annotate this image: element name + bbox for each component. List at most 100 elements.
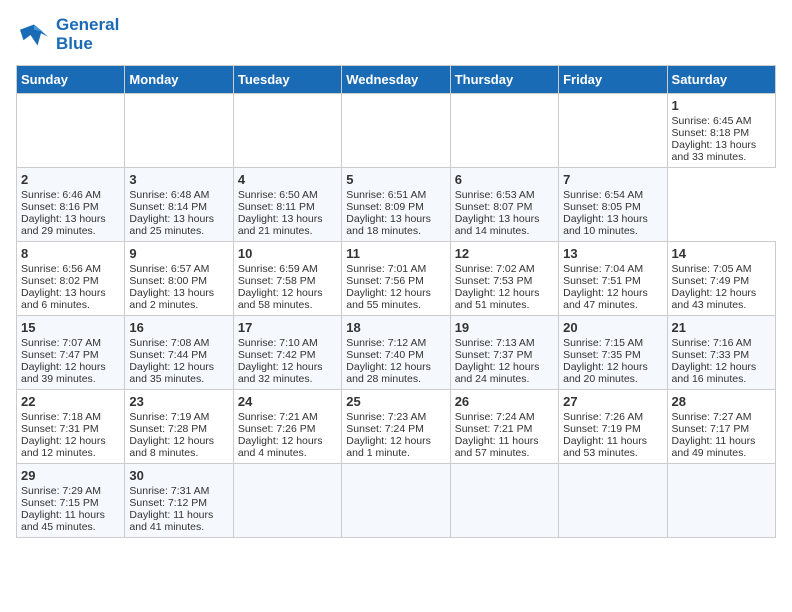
day-number: 6 xyxy=(455,172,554,187)
weekday-header-cell: Monday xyxy=(125,66,233,94)
daylight: Daylight: 13 hours and 6 minutes. xyxy=(21,287,106,311)
daylight: Daylight: 12 hours and 1 minute. xyxy=(346,435,431,459)
sunset: Sunset: 7:21 PM xyxy=(455,423,533,435)
calendar-day-cell: 25 Sunrise: 7:23 AM Sunset: 7:24 PM Dayl… xyxy=(342,390,450,464)
sunrise: Sunrise: 7:16 AM xyxy=(672,337,752,349)
sunrise: Sunrise: 7:26 AM xyxy=(563,411,643,423)
calendar-day-cell xyxy=(450,464,558,538)
daylight: Daylight: 11 hours and 49 minutes. xyxy=(672,435,756,459)
daylight: Daylight: 12 hours and 8 minutes. xyxy=(129,435,214,459)
weekday-header-cell: Friday xyxy=(559,66,667,94)
sunrise: Sunrise: 7:29 AM xyxy=(21,485,101,497)
day-number: 25 xyxy=(346,394,445,409)
calendar-day-cell xyxy=(342,464,450,538)
calendar-day-cell: 3 Sunrise: 6:48 AM Sunset: 8:14 PM Dayli… xyxy=(125,168,233,242)
day-number: 29 xyxy=(21,468,120,483)
calendar-day-cell: 16 Sunrise: 7:08 AM Sunset: 7:44 PM Dayl… xyxy=(125,316,233,390)
calendar-day-cell: 10 Sunrise: 6:59 AM Sunset: 7:58 PM Dayl… xyxy=(233,242,341,316)
daylight: Daylight: 12 hours and 4 minutes. xyxy=(238,435,323,459)
logo-text: General xyxy=(56,16,119,35)
day-number: 12 xyxy=(455,246,554,261)
calendar-day-cell: 27 Sunrise: 7:26 AM Sunset: 7:19 PM Dayl… xyxy=(559,390,667,464)
sunrise: Sunrise: 7:15 AM xyxy=(563,337,643,349)
sunrise: Sunrise: 7:21 AM xyxy=(238,411,318,423)
calendar-day-cell: 8 Sunrise: 6:56 AM Sunset: 8:02 PM Dayli… xyxy=(17,242,125,316)
sunset: Sunset: 8:02 PM xyxy=(21,275,99,287)
day-number: 23 xyxy=(129,394,228,409)
day-number: 4 xyxy=(238,172,337,187)
weekday-header-cell: Thursday xyxy=(450,66,558,94)
sunset: Sunset: 7:35 PM xyxy=(563,349,641,361)
sunrise: Sunrise: 6:57 AM xyxy=(129,263,209,275)
calendar-day-cell: 22 Sunrise: 7:18 AM Sunset: 7:31 PM Dayl… xyxy=(17,390,125,464)
calendar-day-cell: 4 Sunrise: 6:50 AM Sunset: 8:11 PM Dayli… xyxy=(233,168,341,242)
calendar-day-cell: 11 Sunrise: 7:01 AM Sunset: 7:56 PM Dayl… xyxy=(342,242,450,316)
sunrise: Sunrise: 7:02 AM xyxy=(455,263,535,275)
sunrise: Sunrise: 6:51 AM xyxy=(346,189,426,201)
calendar-day-cell xyxy=(559,464,667,538)
daylight: Daylight: 13 hours and 29 minutes. xyxy=(21,213,106,237)
day-number: 24 xyxy=(238,394,337,409)
daylight: Daylight: 11 hours and 45 minutes. xyxy=(21,509,105,533)
calendar-week-row: 8 Sunrise: 6:56 AM Sunset: 8:02 PM Dayli… xyxy=(17,242,776,316)
daylight: Daylight: 12 hours and 20 minutes. xyxy=(563,361,648,385)
sunrise: Sunrise: 7:12 AM xyxy=(346,337,426,349)
day-number: 14 xyxy=(672,246,771,261)
sunrise: Sunrise: 6:46 AM xyxy=(21,189,101,201)
daylight: Daylight: 12 hours and 12 minutes. xyxy=(21,435,106,459)
calendar-day-cell: 28 Sunrise: 7:27 AM Sunset: 7:17 PM Dayl… xyxy=(667,390,775,464)
sunrise: Sunrise: 7:04 AM xyxy=(563,263,643,275)
calendar-day-cell: 12 Sunrise: 7:02 AM Sunset: 7:53 PM Dayl… xyxy=(450,242,558,316)
sunrise: Sunrise: 6:45 AM xyxy=(672,115,752,127)
sunrise: Sunrise: 7:18 AM xyxy=(21,411,101,423)
day-number: 7 xyxy=(563,172,662,187)
day-number: 26 xyxy=(455,394,554,409)
calendar-day-cell: 2 Sunrise: 6:46 AM Sunset: 8:16 PM Dayli… xyxy=(17,168,125,242)
calendar-day-cell: 13 Sunrise: 7:04 AM Sunset: 7:51 PM Dayl… xyxy=(559,242,667,316)
calendar-day-cell: 29 Sunrise: 7:29 AM Sunset: 7:15 PM Dayl… xyxy=(17,464,125,538)
calendar-table: SundayMondayTuesdayWednesdayThursdayFrid… xyxy=(16,65,776,538)
sunset: Sunset: 8:07 PM xyxy=(455,201,533,213)
calendar-day-cell xyxy=(667,464,775,538)
logo-icon xyxy=(16,21,52,49)
calendar-day-cell: 23 Sunrise: 7:19 AM Sunset: 7:28 PM Dayl… xyxy=(125,390,233,464)
daylight: Daylight: 13 hours and 18 minutes. xyxy=(346,213,431,237)
day-number: 16 xyxy=(129,320,228,335)
day-number: 10 xyxy=(238,246,337,261)
sunset: Sunset: 8:11 PM xyxy=(238,201,315,213)
calendar-day-cell xyxy=(342,94,450,168)
daylight: Daylight: 12 hours and 32 minutes. xyxy=(238,361,323,385)
calendar-day-cell: 14 Sunrise: 7:05 AM Sunset: 7:49 PM Dayl… xyxy=(667,242,775,316)
weekday-header-row: SundayMondayTuesdayWednesdayThursdayFrid… xyxy=(17,66,776,94)
day-number: 22 xyxy=(21,394,120,409)
daylight: Daylight: 13 hours and 25 minutes. xyxy=(129,213,214,237)
sunset: Sunset: 7:53 PM xyxy=(455,275,533,287)
calendar-day-cell: 19 Sunrise: 7:13 AM Sunset: 7:37 PM Dayl… xyxy=(450,316,558,390)
daylight: Daylight: 11 hours and 41 minutes. xyxy=(129,509,213,533)
sunset: Sunset: 7:40 PM xyxy=(346,349,424,361)
weekday-header-cell: Sunday xyxy=(17,66,125,94)
daylight: Daylight: 13 hours and 2 minutes. xyxy=(129,287,214,311)
daylight: Daylight: 12 hours and 24 minutes. xyxy=(455,361,540,385)
sunrise: Sunrise: 7:07 AM xyxy=(21,337,101,349)
sunset: Sunset: 7:56 PM xyxy=(346,275,424,287)
sunset: Sunset: 7:49 PM xyxy=(672,275,750,287)
calendar-day-cell xyxy=(125,94,233,168)
weekday-header-cell: Saturday xyxy=(667,66,775,94)
day-number: 20 xyxy=(563,320,662,335)
logo-text2: Blue xyxy=(56,35,119,54)
sunset: Sunset: 7:37 PM xyxy=(455,349,533,361)
calendar-week-row: 2 Sunrise: 6:46 AM Sunset: 8:16 PM Dayli… xyxy=(17,168,776,242)
day-number: 8 xyxy=(21,246,120,261)
daylight: Daylight: 12 hours and 39 minutes. xyxy=(21,361,106,385)
daylight: Daylight: 11 hours and 53 minutes. xyxy=(563,435,647,459)
day-number: 1 xyxy=(672,98,771,113)
calendar-day-cell: 6 Sunrise: 6:53 AM Sunset: 8:07 PM Dayli… xyxy=(450,168,558,242)
sunrise: Sunrise: 7:27 AM xyxy=(672,411,752,423)
daylight: Daylight: 13 hours and 33 minutes. xyxy=(672,139,757,163)
logo: General Blue xyxy=(16,16,119,53)
calendar-day-cell: 18 Sunrise: 7:12 AM Sunset: 7:40 PM Dayl… xyxy=(342,316,450,390)
sunset: Sunset: 7:12 PM xyxy=(129,497,207,509)
sunset: Sunset: 7:51 PM xyxy=(563,275,641,287)
sunrise: Sunrise: 7:24 AM xyxy=(455,411,535,423)
